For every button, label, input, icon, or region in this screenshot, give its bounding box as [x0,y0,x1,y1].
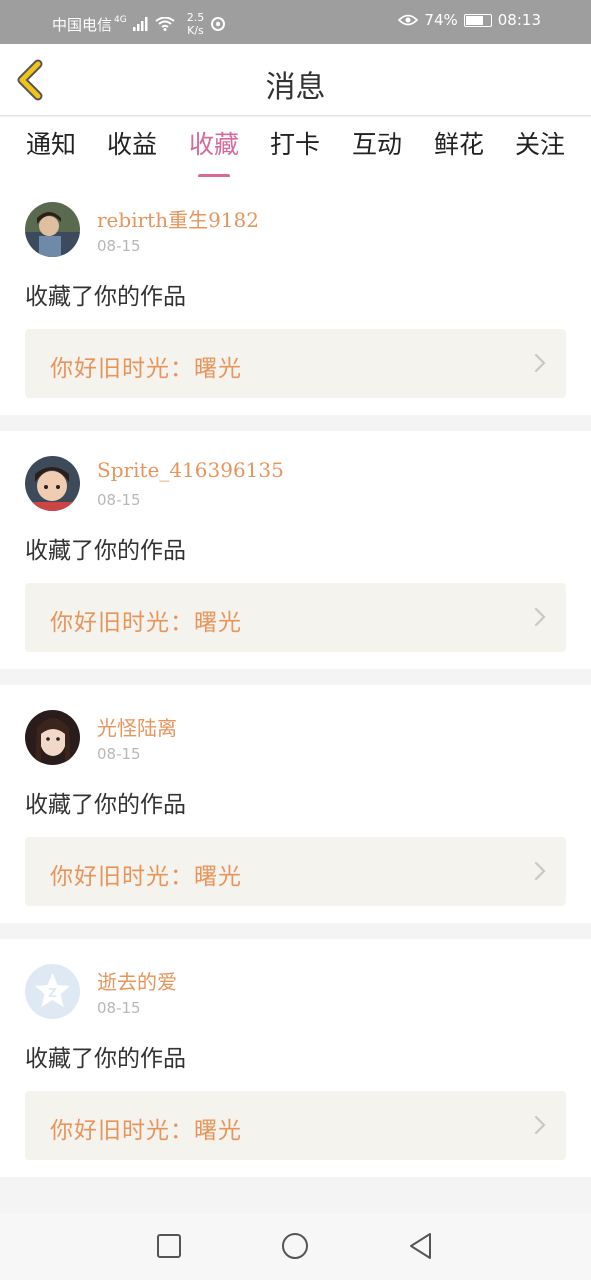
work-title: 你好旧时光：曙光 [50,864,242,890]
timestamp: 08-15 [97,237,141,255]
timestamp: 08-15 [97,491,141,509]
chevron-right-icon [534,353,546,373]
square-icon [157,1234,181,1258]
circle-icon [282,1233,308,1259]
chevron-right-icon [534,607,546,627]
tab-label: 通知 [25,130,76,159]
speed-value: 2.5 [186,11,205,24]
status-right: 74% 08:13 [398,11,541,29]
action-text: 收藏了你的作品 [25,1046,186,1072]
page-title: 消息 [265,70,326,105]
speed-unit: K/s [187,24,204,37]
tab-label: 鲜花 [433,130,484,159]
avatar[interactable] [25,710,80,765]
work-link[interactable]: 你好旧时光：曙光 [25,837,566,906]
list-item: Sprite_416396135 08-15 收藏了你的作品 你好旧时光：曙光 [0,431,591,669]
battery-percent: 74% [424,11,458,29]
work-link[interactable]: 你好旧时光：曙光 [25,583,566,652]
chevron-right-icon [534,1115,546,1135]
tab-flowers[interactable]: 鲜花 [424,125,494,161]
tab-interaction[interactable]: 互动 [342,125,412,161]
top-app-bar: 消息 [0,44,591,116]
clock: 08:13 [497,11,541,29]
user-photo-icon [25,202,80,257]
timestamp: 08-15 [97,999,141,1017]
list-item: 光怪陆离 08-15 收藏了你的作品 你好旧时光：曙光 [0,685,591,923]
user-photo-icon [25,456,80,511]
tab-label: 打卡 [269,130,320,159]
action-text: 收藏了你的作品 [25,284,186,310]
triangle-back-icon [410,1233,431,1259]
home-button[interactable] [280,1231,310,1261]
tab-earnings[interactable]: 收益 [97,125,167,161]
svg-text:Z: Z [48,986,57,1000]
signal-icon [132,17,148,31]
tab-label: 互动 [351,130,402,159]
work-title: 你好旧时光：曙光 [50,356,242,382]
avatar[interactable] [25,456,80,511]
work-title: 你好旧时光：曙光 [50,610,242,636]
tab-follows[interactable]: 关注 [505,125,575,161]
username-link[interactable]: 光怪陆离 [97,712,177,741]
work-title: 你好旧时光：曙光 [50,1118,242,1144]
battery-fill [465,15,483,25]
timestamp: 08-15 [97,745,141,763]
sync-icon [211,17,226,31]
user-photo-icon [25,710,80,765]
username-link[interactable]: rebirth重生9182 [97,204,259,233]
chevron-right-icon [534,861,546,881]
username-link[interactable]: Sprite_416396135 [97,458,284,482]
list-item: Z 逝去的爱 08-15 收藏了你的作品 你好旧时光：曙光 [0,939,591,1177]
work-link[interactable]: 你好旧时光：曙光 [25,329,566,398]
tab-label: 关注 [514,130,565,159]
status-bar: 中国电信 4G 2.5 K/s 74% 08:13 [0,0,591,44]
back-nav-button[interactable] [406,1231,436,1261]
action-text: 收藏了你的作品 [25,538,186,564]
action-text: 收藏了你的作品 [25,792,186,818]
tab-checkin[interactable]: 打卡 [260,125,330,161]
network-label: 4G [114,15,127,25]
default-avatar-icon: Z [25,964,80,1019]
tab-notifications[interactable]: 通知 [16,125,86,161]
recents-button[interactable] [154,1231,184,1261]
avatar[interactable]: Z [25,964,80,1019]
eye-icon [398,14,419,26]
wifi-icon [155,17,175,31]
work-link[interactable]: 你好旧时光：曙光 [25,1091,566,1160]
system-nav-bar [0,1213,591,1280]
carrier-label: 中国电信 [52,15,113,34]
status-left: 中国电信 4G 2.5 K/s [52,11,226,37]
tab-label: 收益 [106,130,157,159]
avatar[interactable] [25,202,80,257]
username-link[interactable]: 逝去的爱 [97,966,177,995]
battery-icon [463,13,492,27]
tab-label: 收藏 [188,130,239,159]
network-speed: 2.5 K/s [187,11,205,37]
tab-favorites[interactable]: 收藏 [179,125,249,178]
tab-bar: 通知 收益 收藏 打卡 互动 鲜花 关注 [0,117,591,178]
list-item: rebirth重生9182 08-15 收藏了你的作品 你好旧时光：曙光 [0,177,591,415]
